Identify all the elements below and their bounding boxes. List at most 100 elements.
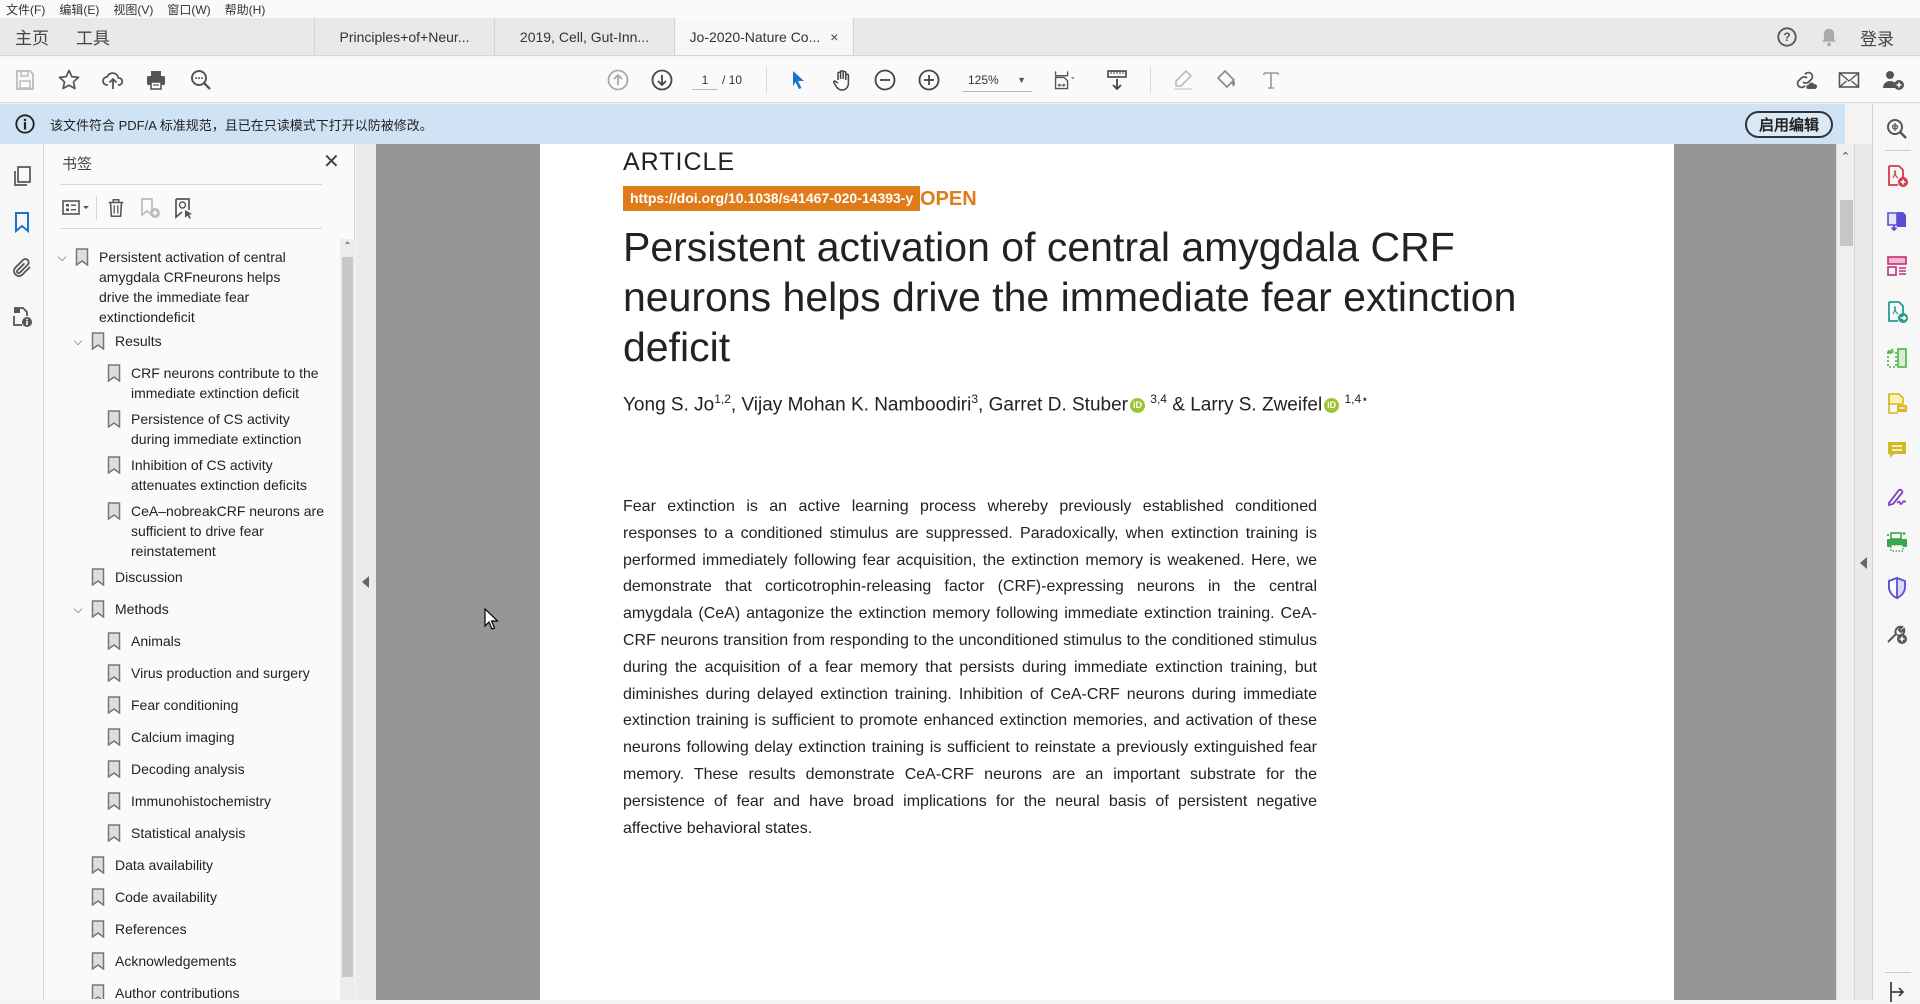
bookmark-item[interactable]: Statistical analysis <box>107 823 331 843</box>
delete-bookmark-icon[interactable] <box>99 195 133 221</box>
bookmark-item[interactable]: Data availability <box>91 855 315 875</box>
enable-editing-button[interactable]: 启用编辑 <box>1744 111 1833 138</box>
right-tools-rail <box>1872 104 1920 1002</box>
menu-file[interactable]: 文件(F) <box>6 1 45 18</box>
hand-tool-icon[interactable] <box>829 68 855 92</box>
scrollbar-thumb[interactable] <box>1840 200 1853 246</box>
bookmarks-scrollbar[interactable]: ⌃ <box>340 239 355 1000</box>
bookmark-item[interactable]: Persistence of CS activity during immedi… <box>107 409 331 449</box>
bookmark-options-button[interactable] <box>60 195 94 221</box>
bell-icon[interactable] <box>1818 26 1840 48</box>
readonly-info-bar: 该文件符合 PDF/A 标准规范，且已在只读模式下打开以防被修改。 启用编辑 <box>0 104 1845 144</box>
signature-icon[interactable] <box>1885 484 1909 508</box>
close-tab-icon[interactable]: × <box>830 29 838 45</box>
document-viewer[interactable]: ARTICLE https://doi.org/10.1038/s41467-0… <box>376 144 1836 1000</box>
chevron-down-icon[interactable]: ⌵ <box>69 599 87 619</box>
bookmark-item[interactable]: ⌵ Persistent activation of central amygda… <box>53 247 299 327</box>
comment-icon[interactable] <box>1885 438 1909 462</box>
scrollbar-thumb[interactable] <box>342 257 353 977</box>
doc-tab-active[interactable]: Jo-2020-Nature Co... × <box>674 18 854 55</box>
fit-page-icon[interactable] <box>1052 68 1078 92</box>
cloud-upload-icon[interactable] <box>100 68 126 92</box>
scroll-mode-icon[interactable] <box>1104 68 1130 92</box>
select-tool-icon[interactable] <box>785 68 811 92</box>
convert-pdf-icon[interactable] <box>1885 300 1909 324</box>
orcid-icon[interactable]: iD <box>1324 397 1340 413</box>
menu-help[interactable]: 帮助(H) <box>225 1 266 18</box>
export-pdf-icon[interactable] <box>1885 209 1909 233</box>
doc-tab[interactable]: 2019, Cell, Gut-Inn... <box>494 18 674 55</box>
menu-window[interactable]: 窗口(W) <box>167 1 210 18</box>
page-number-input[interactable]: 1 <box>692 70 718 90</box>
bookmark-item[interactable]: Author contributions <box>91 983 315 999</box>
chevron-down-icon[interactable]: ⌵ <box>53 247 71 267</box>
search-more-icon[interactable] <box>188 68 214 92</box>
zoom-level-select[interactable]: 125% ▼ <box>962 70 1032 92</box>
fill-sign-icon[interactable] <box>1214 68 1240 92</box>
fill-sign-doc-icon[interactable] <box>1885 392 1909 416</box>
zoom-out-icon[interactable] <box>872 68 898 92</box>
bookmark-label: Fear conditioning <box>131 697 239 713</box>
bookmark-item[interactable]: Inhibition of CS activity attenuates ext… <box>107 455 331 495</box>
bookmark-item[interactable]: Virus production and surgery <box>107 663 331 683</box>
edit-pdf-icon[interactable] <box>1885 254 1909 278</box>
menu-edit[interactable]: 编辑(E) <box>59 1 99 18</box>
help-icon[interactable]: ? <box>1776 26 1798 48</box>
share-link-icon[interactable] <box>1792 68 1818 92</box>
bookmark-item[interactable]: Discussion <box>91 567 315 587</box>
collapse-left-panel-handle[interactable] <box>356 144 376 1000</box>
create-pdf-icon[interactable] <box>1885 164 1909 188</box>
bookmark-item[interactable]: Immunohistochemistry <box>107 791 331 811</box>
attachments-icon[interactable] <box>10 256 34 280</box>
bookmark-item[interactable]: CRF neurons contribute to the immediate … <box>107 363 331 403</box>
bookmark-item[interactable]: ⌵ Results <box>69 331 315 351</box>
new-bookmark-icon[interactable] <box>133 195 167 221</box>
star-icon[interactable] <box>56 68 82 92</box>
zoom-in-icon[interactable] <box>916 68 942 92</box>
more-tools-icon[interactable] <box>1885 622 1909 646</box>
chevron-down-icon[interactable]: ⌵ <box>69 331 87 351</box>
highlight-icon[interactable] <box>1170 68 1196 92</box>
add-text-icon[interactable] <box>1258 68 1284 92</box>
document-properties-icon[interactable] <box>10 304 34 328</box>
enhance-scan-icon[interactable] <box>1885 117 1909 141</box>
tab-tools[interactable]: 工具 <box>64 18 114 55</box>
main-toolbar: 1 / 10 125% ▼ <box>0 57 1920 103</box>
bookmark-item[interactable]: Fear conditioning <box>107 695 331 715</box>
close-panel-icon[interactable]: ✕ <box>323 152 340 172</box>
print-production-icon[interactable] <box>1885 530 1909 554</box>
save-icon[interactable] <box>12 68 38 92</box>
bookmark-item[interactable]: References <box>91 919 315 939</box>
bookmarks-icon[interactable] <box>10 210 34 234</box>
next-page-icon[interactable] <box>649 68 675 92</box>
bookmark-item[interactable]: ⌵ Methods <box>69 599 315 619</box>
previous-page-icon[interactable] <box>605 68 631 92</box>
scroll-up-icon[interactable]: ⌃ <box>1837 148 1854 166</box>
login-button[interactable]: 登录 <box>1860 25 1894 50</box>
add-user-icon[interactable] <box>1880 68 1906 92</box>
collapse-tools-icon[interactable] <box>1885 980 1909 1004</box>
bookmark-item[interactable]: CeA–nobreakCRF neurons are sufficient to… <box>107 501 331 561</box>
tab-home[interactable]: 主页 <box>0 18 64 55</box>
find-bookmark-icon[interactable] <box>167 195 201 221</box>
document-scrollbar[interactable]: ⌃ <box>1836 144 1854 1000</box>
bookmark-item[interactable]: Acknowledgements <box>91 951 315 971</box>
scroll-up-icon[interactable]: ⌃ <box>340 239 355 255</box>
doc-tab[interactable]: Principles+of+Neur... <box>314 18 494 55</box>
print-icon[interactable] <box>143 68 169 92</box>
organize-pages-icon[interactable] <box>1885 346 1909 370</box>
menu-view[interactable]: 视图(V) <box>113 1 153 18</box>
bookmark-label: Decoding analysis <box>131 761 245 777</box>
protect-icon[interactable] <box>1885 576 1909 600</box>
author-name: Garret D. Stuber <box>988 394 1128 416</box>
bookmark-item[interactable]: Animals <box>107 631 331 651</box>
collapse-right-panel-handle[interactable] <box>1854 144 1872 1000</box>
email-icon[interactable] <box>1836 68 1862 92</box>
doi-link[interactable]: https://doi.org/10.1038/s41467-020-14393… <box>623 186 921 211</box>
bookmark-icon <box>107 502 121 520</box>
orcid-icon[interactable]: iD <box>1129 397 1145 413</box>
bookmark-item[interactable]: Decoding analysis <box>107 759 331 779</box>
bookmark-item[interactable]: Code availability <box>91 887 315 907</box>
bookmark-item[interactable]: Calcium imaging <box>107 727 331 747</box>
page-thumbnails-icon[interactable] <box>10 164 34 188</box>
